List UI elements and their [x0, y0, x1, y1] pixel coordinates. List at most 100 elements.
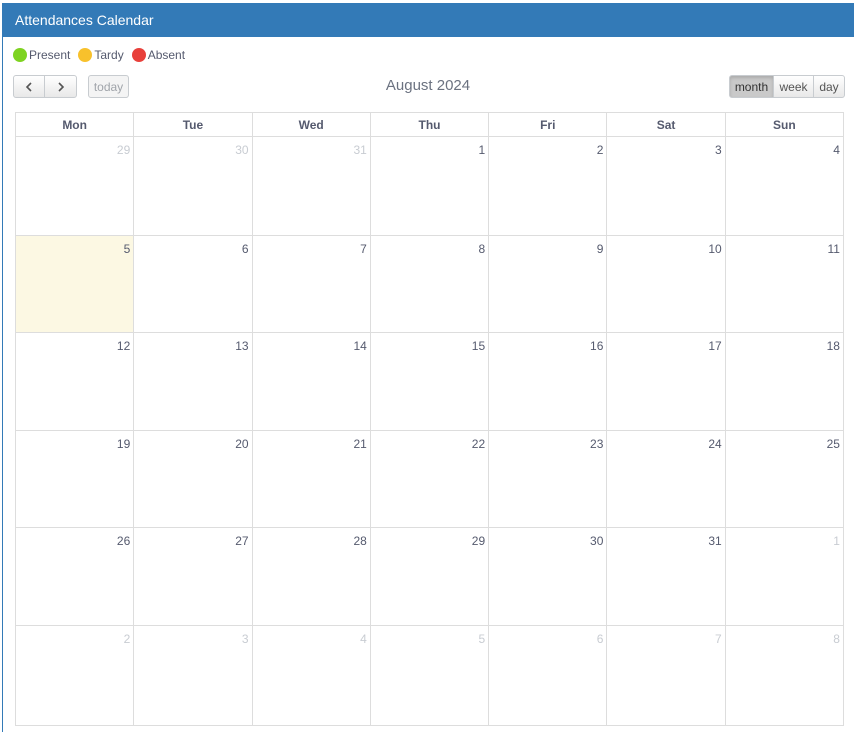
weekday-label: Thu	[370, 113, 490, 137]
day-number: 28	[353, 534, 367, 548]
day-number: 5	[478, 632, 486, 646]
day-cell[interactable]: 13	[134, 333, 253, 431]
day-cell[interactable]: 4	[725, 137, 844, 236]
legend-label: Present	[29, 48, 71, 62]
legend-item-tardy: Tardy	[78, 48, 124, 62]
day-cell[interactable]: 30	[489, 528, 608, 626]
day-cell[interactable]: 20	[134, 431, 253, 528]
week-row: 12 13 14 15 16 17 18	[15, 333, 844, 431]
day-cell[interactable]: 26	[16, 528, 135, 626]
day-cell[interactable]: 8	[370, 236, 490, 333]
day-cell[interactable]: 2	[489, 137, 608, 236]
day-cell[interactable]: 29	[16, 137, 135, 236]
calendar-toolbar: today August 2024 month week day	[13, 75, 845, 99]
week-rows: 29 30 31 1 2 3 4 5 6 7 8 9 10 11 12 13 14 15 16 17 18 19 20 21 2…	[15, 137, 844, 726]
day-cell[interactable]: 1	[370, 137, 490, 236]
day-cell[interactable]: 8	[725, 626, 844, 726]
day-cell[interactable]: 6	[489, 626, 608, 726]
day-cell[interactable]: 10	[607, 236, 726, 333]
day-cell[interactable]: 12	[16, 333, 135, 431]
day-number: 3	[241, 632, 249, 646]
day-number: 4	[833, 143, 840, 157]
day-number: 19	[116, 437, 131, 451]
weekday-label: Fri	[489, 113, 608, 137]
day-cell[interactable]: 14	[252, 333, 371, 431]
day-number: 24	[708, 437, 722, 451]
month-view-button[interactable]: month	[729, 75, 774, 98]
day-cell[interactable]: 17	[607, 333, 726, 431]
day-cell[interactable]: 30	[134, 137, 253, 236]
day-cell[interactable]: 6	[134, 236, 253, 333]
day-cell[interactable]: 5	[370, 626, 490, 726]
chevron-left-icon	[25, 81, 32, 92]
month-grid: Mon Tue Wed Thu Fri Sat Sun 29 30 31 1 2 3 4 5 6…	[15, 112, 844, 726]
day-cell[interactable]: 9	[489, 236, 608, 333]
day-cell-today[interactable]: 5	[16, 236, 135, 333]
day-cell[interactable]: 27	[134, 528, 253, 626]
day-cell[interactable]: 7	[607, 626, 726, 726]
day-number: 7	[715, 632, 722, 646]
next-button[interactable]	[44, 75, 77, 98]
day-number: 6	[596, 632, 604, 646]
day-cell[interactable]: 3	[134, 626, 253, 726]
day-cell[interactable]: 19	[16, 431, 135, 528]
day-cell[interactable]: 16	[489, 333, 608, 431]
day-number: 18	[826, 339, 840, 353]
day-number: 20	[235, 437, 249, 451]
day-cell[interactable]: 29	[370, 528, 490, 626]
day-cell[interactable]: 28	[252, 528, 371, 626]
week-row: 19 20 21 22 23 24 25	[15, 431, 844, 528]
legend-label: Tardy	[94, 48, 124, 62]
chevron-right-icon	[57, 81, 64, 92]
day-cell[interactable]: 23	[489, 431, 608, 528]
day-number: 10	[708, 242, 722, 256]
present-dot-icon	[13, 48, 27, 62]
day-cell[interactable]: 4	[252, 626, 371, 726]
day-number: 12	[116, 339, 131, 353]
day-number: 3	[715, 143, 722, 157]
weekday-label: Sun	[725, 113, 844, 137]
weekday-label: Sat	[607, 113, 726, 137]
week-row: 2 3 4 5 6 7 8	[15, 626, 844, 726]
tardy-dot-icon	[78, 48, 93, 62]
day-number: 31	[353, 143, 367, 157]
day-cell[interactable]: 3	[607, 137, 726, 236]
day-cell[interactable]: 31	[607, 528, 726, 626]
panel-title: Attendances Calendar	[3, 4, 854, 37]
day-number: 27	[235, 534, 249, 548]
day-number: 1	[478, 143, 486, 157]
day-cell[interactable]: 22	[370, 431, 490, 528]
week-row: 5 6 7 8 9 10 11	[15, 236, 844, 333]
day-number: 25	[826, 437, 840, 451]
day-number: 30	[235, 143, 249, 157]
day-number: 2	[596, 143, 604, 157]
weekday-label: Wed	[252, 113, 371, 137]
day-cell[interactable]: 15	[370, 333, 490, 431]
day-cell[interactable]: 21	[252, 431, 371, 528]
day-number: 29	[116, 143, 131, 157]
day-number: 8	[478, 242, 486, 256]
legend-item-present: Present	[13, 48, 70, 62]
day-number: 4	[360, 632, 367, 646]
day-number: 9	[596, 242, 604, 256]
legend-label: Absent	[147, 48, 186, 62]
absent-dot-icon	[131, 48, 146, 62]
day-cell[interactable]: 25	[725, 431, 844, 528]
today-button[interactable]: today	[88, 75, 129, 98]
week-view-button[interactable]: week	[773, 75, 814, 98]
prev-button[interactable]	[13, 75, 45, 98]
day-cell[interactable]: 2	[16, 626, 135, 726]
day-number: 15	[471, 339, 486, 353]
day-number: 13	[235, 339, 249, 353]
day-number: 21	[353, 437, 367, 451]
day-cell[interactable]: 31	[252, 137, 371, 236]
day-number: 23	[590, 437, 604, 451]
day-cell[interactable]: 7	[252, 236, 371, 333]
calendar-title: August 2024	[385, 77, 471, 94]
day-cell[interactable]: 18	[725, 333, 844, 431]
day-view-button[interactable]: day	[813, 75, 845, 98]
day-cell[interactable]: 24	[607, 431, 726, 528]
legend-item-absent: Absent	[131, 48, 186, 62]
day-cell[interactable]: 1	[725, 528, 844, 626]
day-cell[interactable]: 11	[725, 236, 844, 333]
